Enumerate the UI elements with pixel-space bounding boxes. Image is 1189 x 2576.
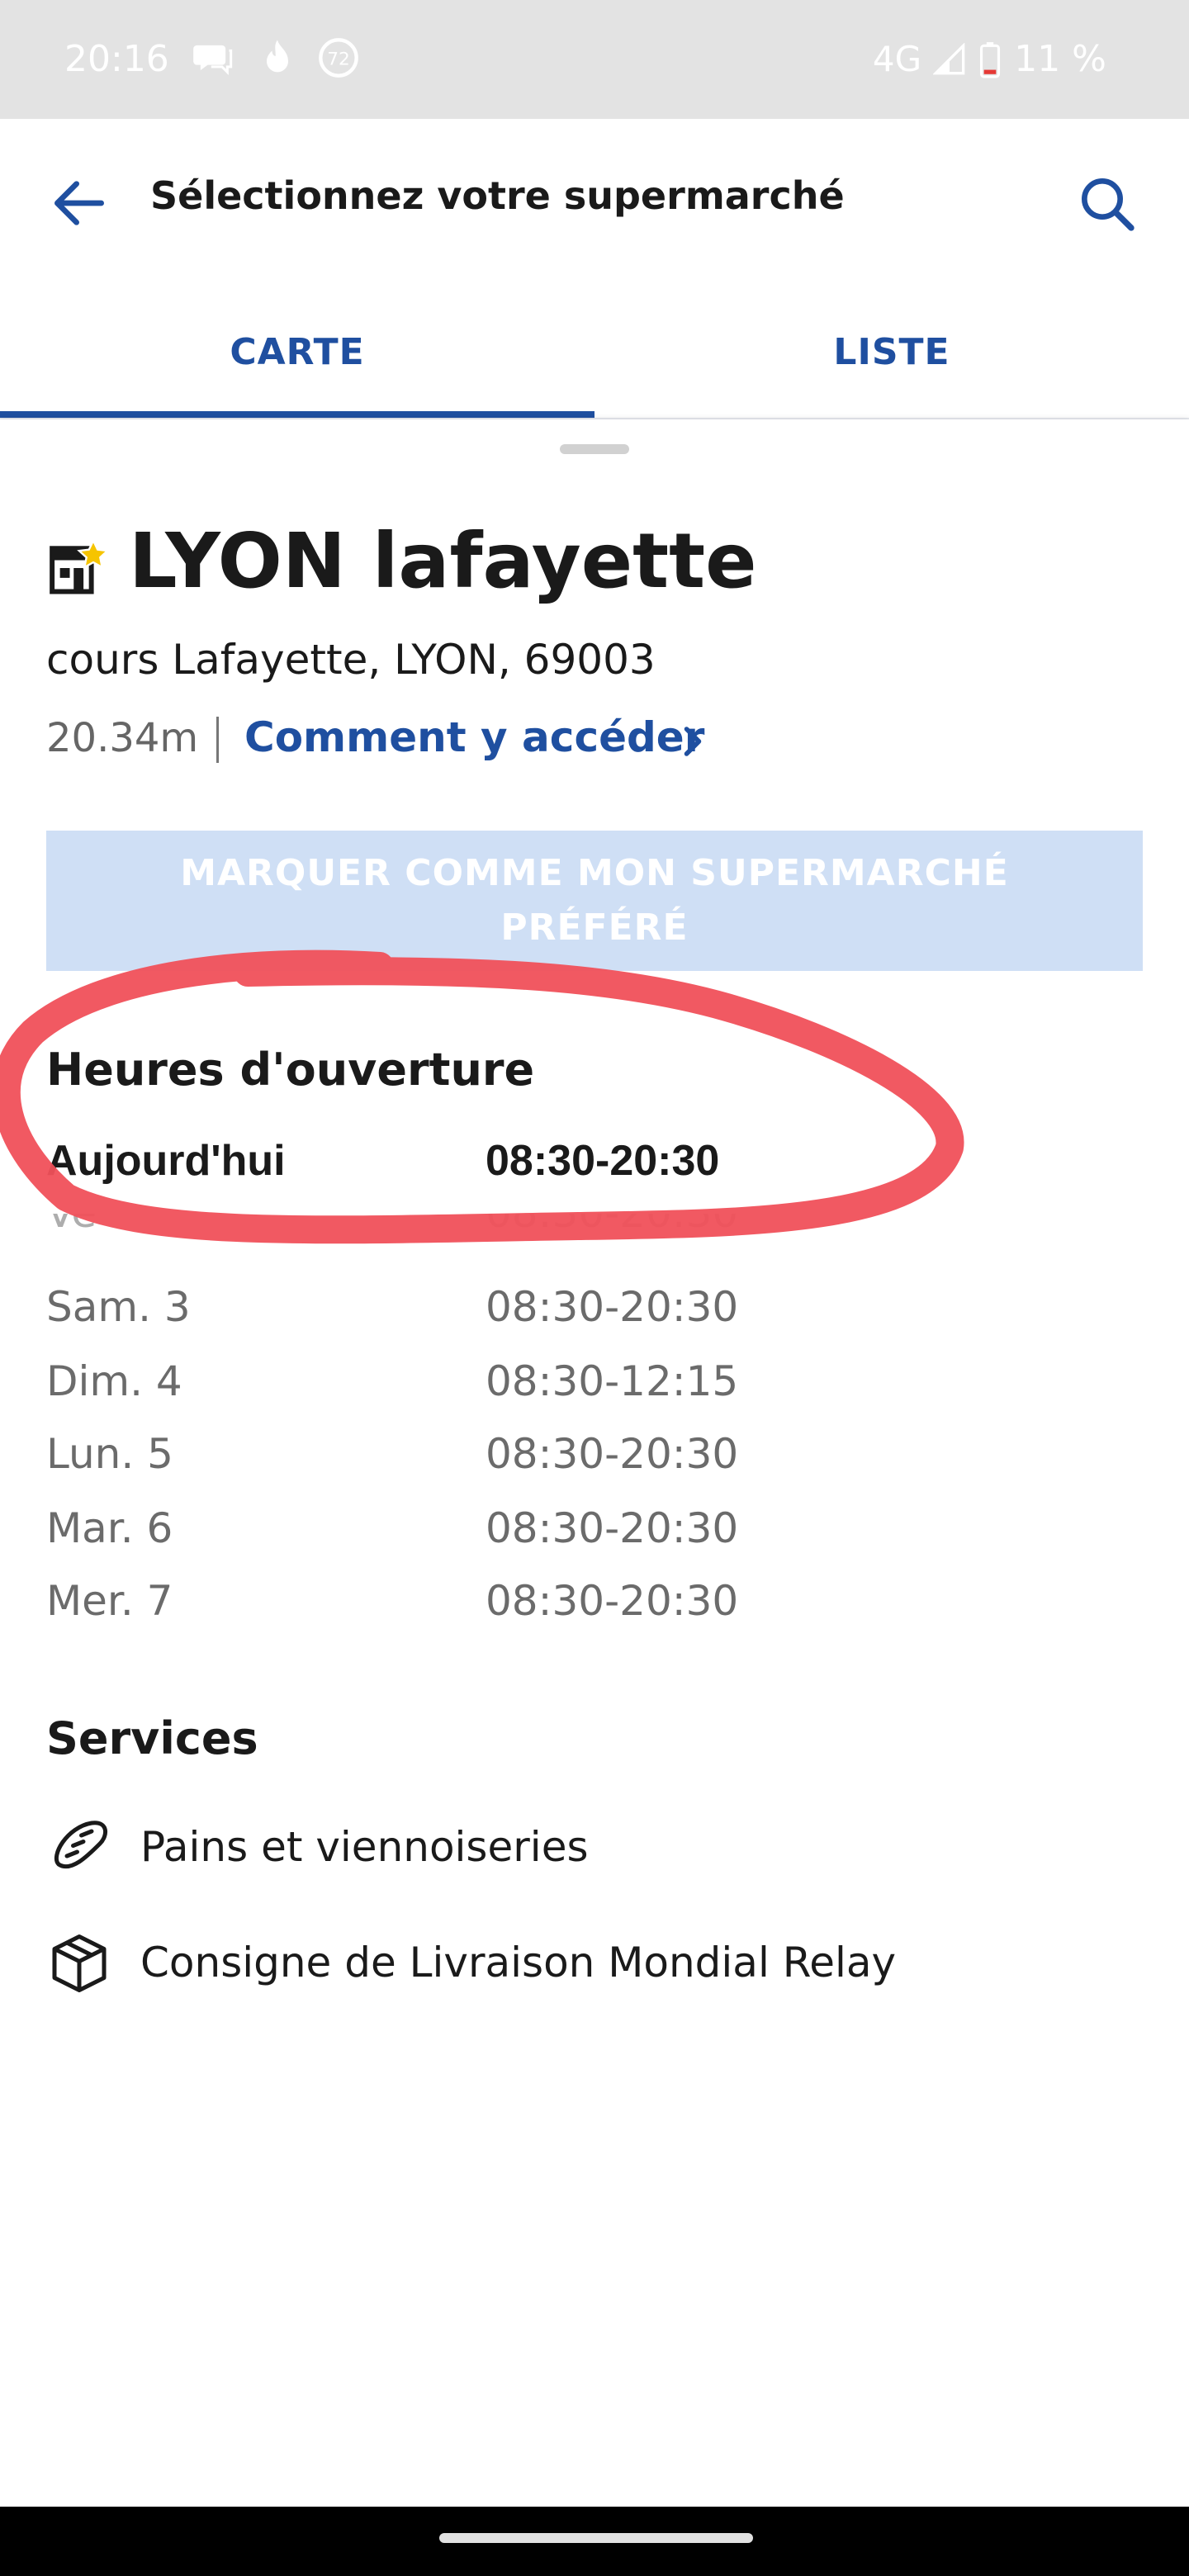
hours-time: 08:30-20:30	[486, 1214, 738, 1237]
status-time: 20:16	[64, 38, 169, 80]
opening-hours-title: Heures d'ouverture	[46, 1044, 535, 1096]
tab-carte[interactable]: CARTE	[0, 284, 594, 419]
hours-row: Sam. 3 08:30-20:30	[46, 1283, 1120, 1341]
hours-day: Aujourd'hui	[46, 1137, 286, 1185]
package-icon	[52, 1934, 107, 1992]
hours-day: Dim. 4	[46, 1357, 182, 1405]
app-bar: Sélectionnez votre supermarché	[0, 119, 1189, 284]
home-gesture-pill[interactable]	[439, 2533, 753, 2543]
store-name: LYON lafayette	[129, 517, 757, 605]
search-icon[interactable]	[1073, 170, 1139, 236]
set-favorite-store-button[interactable]: MARQUER COMME MON SUPERMARCHÉ PRÉFÉRÉ	[46, 831, 1143, 971]
hours-day: Ve	[46, 1214, 97, 1237]
distance-separator	[216, 717, 219, 763]
network-label: 4G	[872, 39, 922, 79]
service-label: Consigne de Livraison Mondial Relay	[140, 1939, 897, 1986]
battery-icon	[980, 41, 1001, 78]
hours-row: Lun. 5 08:30-20:30	[46, 1430, 1120, 1488]
tab-liste[interactable]: LISTE	[594, 284, 1189, 419]
status-bar: 20:16 72 4G 11 %	[0, 0, 1189, 119]
hours-row: Dim. 4 08:30-12:15	[46, 1357, 1120, 1415]
hours-day: Lun. 5	[46, 1430, 173, 1478]
hours-row: Ve 08:30-20:30	[46, 1214, 1120, 1248]
hours-day: Sam. 3	[46, 1283, 191, 1331]
status-right: 4G 11 %	[873, 38, 1106, 80]
hours-time: 08:30-20:30	[486, 1577, 739, 1625]
bread-icon	[54, 1821, 107, 1869]
hours-day: Mar. 6	[46, 1504, 173, 1552]
services-title: Services	[46, 1712, 258, 1764]
notification-badge-count: 72	[327, 50, 350, 70]
hours-row-today: Aujourd'hui 08:30-20:30	[46, 1136, 1120, 1194]
hours-row: Mar. 6 08:30-20:30	[46, 1504, 1120, 1562]
hours-row: Mer. 7 08:30-20:30	[46, 1577, 1120, 1635]
notification-badge-icon: 72	[319, 38, 358, 78]
active-tab-indicator	[0, 411, 594, 418]
hours-time: 08:30-20:30	[486, 1430, 739, 1478]
system-nav-bar	[0, 2507, 1189, 2576]
directions-link[interactable]: Comment y accéder	[244, 713, 704, 761]
battery-label: 11 %	[1014, 38, 1106, 80]
chevron-right-icon[interactable]	[679, 725, 707, 758]
service-item: Pains et viennoiseries	[46, 1815, 1120, 1889]
signal-icon	[933, 42, 965, 74]
hours-day: Mer. 7	[46, 1577, 173, 1625]
tab-bar: CARTE LISTE	[0, 284, 1189, 419]
page-title: Sélectionnez votre supermarché	[150, 173, 845, 218]
store-favorite-icon	[50, 537, 109, 594]
sheet-drag-handle[interactable]	[560, 444, 629, 454]
hours-time: 08:30-20:30	[486, 1137, 720, 1185]
store-detail-sheet: LYON lafayette cours Lafayette, LYON, 69…	[0, 419, 1189, 2507]
hours-time: 08:30-12:15	[486, 1357, 739, 1405]
flame-icon	[267, 40, 288, 73]
service-item: Consigne de Livraison Mondial Relay	[46, 1930, 1120, 2005]
store-distance: 20.34m	[46, 715, 199, 761]
chat-bubble-icon	[193, 45, 233, 75]
back-arrow-icon[interactable]	[46, 170, 112, 236]
store-address: cours Lafayette, LYON, 69003	[46, 636, 656, 684]
service-label: Pains et viennoiseries	[140, 1823, 589, 1871]
hours-time: 08:30-20:30	[486, 1504, 739, 1552]
hours-time: 08:30-20:30	[486, 1283, 739, 1331]
